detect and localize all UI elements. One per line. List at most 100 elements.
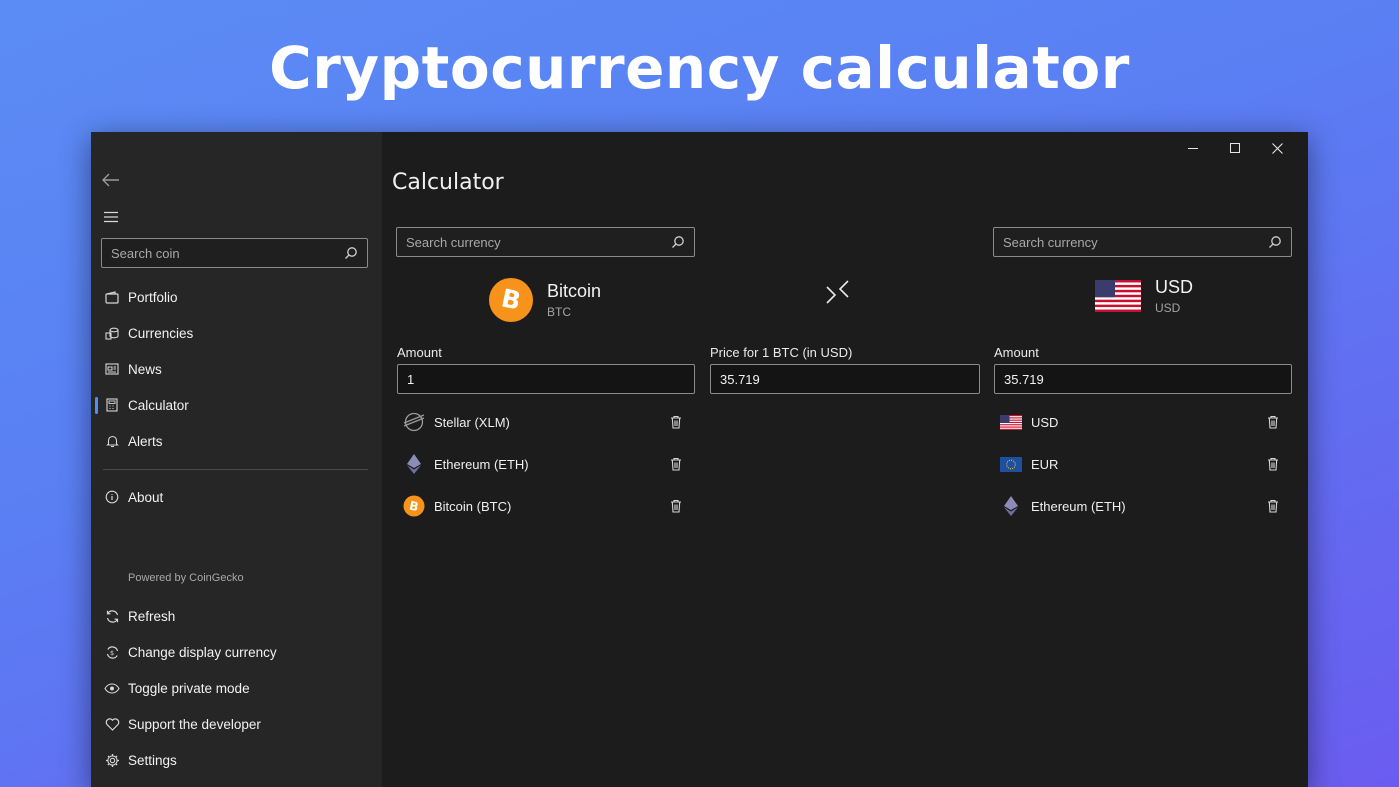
list-item[interactable]: Ethereum (ETH) <box>1000 491 1284 521</box>
price-label: Price for 1 BTC (in USD) <box>710 345 853 360</box>
eu-flag-icon <box>1000 453 1022 475</box>
sidebar-item-label: Change display currency <box>128 644 277 660</box>
sidebar-item-change-display-currency[interactable]: $ Change display currency <box>91 635 382 669</box>
sidebar-divider <box>103 469 368 470</box>
minimize-button[interactable] <box>1172 136 1214 160</box>
sidebar-item-label: Alerts <box>128 433 163 449</box>
delete-button[interactable] <box>665 411 687 433</box>
sidebar-item-label: Toggle private mode <box>128 680 250 696</box>
us-flag-icon <box>1000 411 1022 433</box>
delete-button[interactable] <box>1262 453 1284 475</box>
trash-icon <box>671 457 681 471</box>
sidebar-item-label: Portfolio <box>128 289 178 305</box>
ethereum-icon <box>1000 495 1022 517</box>
close-button[interactable] <box>1256 136 1298 160</box>
sidebar-item-support-developer[interactable]: Support the developer <box>91 707 382 741</box>
close-icon <box>1271 142 1283 154</box>
heart-icon <box>102 714 122 734</box>
calculator-icon <box>102 395 122 415</box>
back-button[interactable] <box>99 168 123 192</box>
list-item[interactable]: Stellar (XLM) <box>403 407 687 437</box>
hamburger-menu-button[interactable] <box>99 205 123 229</box>
sidebar-item-label: Support the developer <box>128 716 261 732</box>
from-coin-symbol: BTC <box>547 305 571 319</box>
trash-icon <box>1268 499 1278 513</box>
swap-icon <box>826 280 849 304</box>
sidebar-item-label: About <box>128 489 164 505</box>
list-item[interactable]: EUR <box>1000 449 1284 479</box>
sidebar-item-about[interactable]: About <box>91 480 382 514</box>
from-coin-name: Bitcoin <box>547 281 602 301</box>
sidebar-item-label: Currencies <box>128 325 194 341</box>
delete-button[interactable] <box>1262 495 1284 517</box>
svg-text:$: $ <box>110 649 114 657</box>
to-coin-header: USD USD <box>1095 277 1193 315</box>
main-content: Calculator Search currency Search curren… <box>382 132 1308 787</box>
list-item-label: USD <box>1031 414 1059 430</box>
eye-icon <box>102 678 122 698</box>
from-amount-value: 1 <box>407 371 415 387</box>
trash-icon <box>671 499 681 513</box>
sidebar-item-label: Settings <box>128 752 177 768</box>
page-title: Calculator <box>392 170 504 195</box>
from-currency-search-input[interactable]: Search currency <box>396 227 695 257</box>
price-value: 35.719 <box>720 371 760 387</box>
delete-button[interactable] <box>665 495 687 517</box>
to-currency-search-placeholder: Search currency <box>1003 234 1098 250</box>
from-amount-label: Amount <box>397 345 442 360</box>
from-amount-input[interactable]: 1 <box>397 364 695 394</box>
swap-currencies-button[interactable] <box>826 278 852 312</box>
gear-icon <box>102 750 122 770</box>
search-icon <box>1269 236 1281 248</box>
coin-search-placeholder: Search coin <box>111 245 180 261</box>
to-currency-search-input[interactable]: Search currency <box>993 227 1292 257</box>
sidebar: Search coin Portfolio Currencies News Ca… <box>91 132 382 787</box>
coin-search-input[interactable]: Search coin <box>101 238 368 268</box>
sidebar-item-refresh[interactable]: Refresh <box>91 599 382 633</box>
wallet-icon <box>102 287 122 307</box>
to-amount-value: 35.719 <box>1004 371 1044 387</box>
sidebar-item-settings[interactable]: Settings <box>91 743 382 777</box>
sidebar-item-label: Calculator <box>128 397 189 413</box>
list-item[interactable]: B Bitcoin (BTC) <box>403 491 687 521</box>
sidebar-item-label: News <box>128 361 162 377</box>
maximize-button[interactable] <box>1214 136 1256 160</box>
to-amount-input[interactable]: 35.719 <box>994 364 1292 394</box>
from-coin-header: B Bitcoin BTC <box>488 277 601 323</box>
back-arrow-icon <box>102 173 119 187</box>
trash-icon <box>1268 415 1278 429</box>
search-icon <box>345 247 357 259</box>
sidebar-item-portfolio[interactable]: Portfolio <box>91 280 382 314</box>
coins-icon <box>102 323 122 343</box>
trash-icon <box>671 415 681 429</box>
powered-by-text: Powered by CoinGecko <box>128 572 244 584</box>
price-input[interactable]: 35.719 <box>710 364 980 394</box>
list-item-label: Ethereum (ETH) <box>1031 498 1126 514</box>
to-coin-symbol: USD <box>1155 301 1181 315</box>
sidebar-item-alerts[interactable]: Alerts <box>91 424 382 458</box>
from-currency-search-placeholder: Search currency <box>406 234 501 250</box>
info-icon <box>102 487 122 507</box>
sidebar-item-calculator[interactable]: Calculator <box>91 388 382 422</box>
sidebar-item-currencies[interactable]: Currencies <box>91 316 382 350</box>
minimize-icon <box>1188 148 1198 149</box>
list-item[interactable]: Ethereum (ETH) <box>403 449 687 479</box>
sidebar-item-toggle-private-mode[interactable]: Toggle private mode <box>91 671 382 705</box>
hero-title: Cryptocurrency calculator <box>269 34 1130 102</box>
trash-icon <box>1268 457 1278 471</box>
stellar-icon <box>403 411 425 433</box>
list-item-label: Ethereum (ETH) <box>434 456 529 472</box>
newspaper-icon <box>102 359 122 379</box>
currency-exchange-icon: $ <box>102 642 122 662</box>
us-flag-icon <box>1095 280 1141 312</box>
list-item[interactable]: USD <box>1000 407 1284 437</box>
sidebar-item-news[interactable]: News <box>91 352 382 386</box>
sidebar-item-label: Refresh <box>128 608 176 624</box>
list-item-label: EUR <box>1031 456 1059 472</box>
refresh-icon <box>102 606 122 626</box>
delete-button[interactable] <box>1262 411 1284 433</box>
ethereum-icon <box>403 453 425 475</box>
maximize-icon <box>1230 143 1240 153</box>
delete-button[interactable] <box>665 453 687 475</box>
search-icon <box>672 236 684 248</box>
